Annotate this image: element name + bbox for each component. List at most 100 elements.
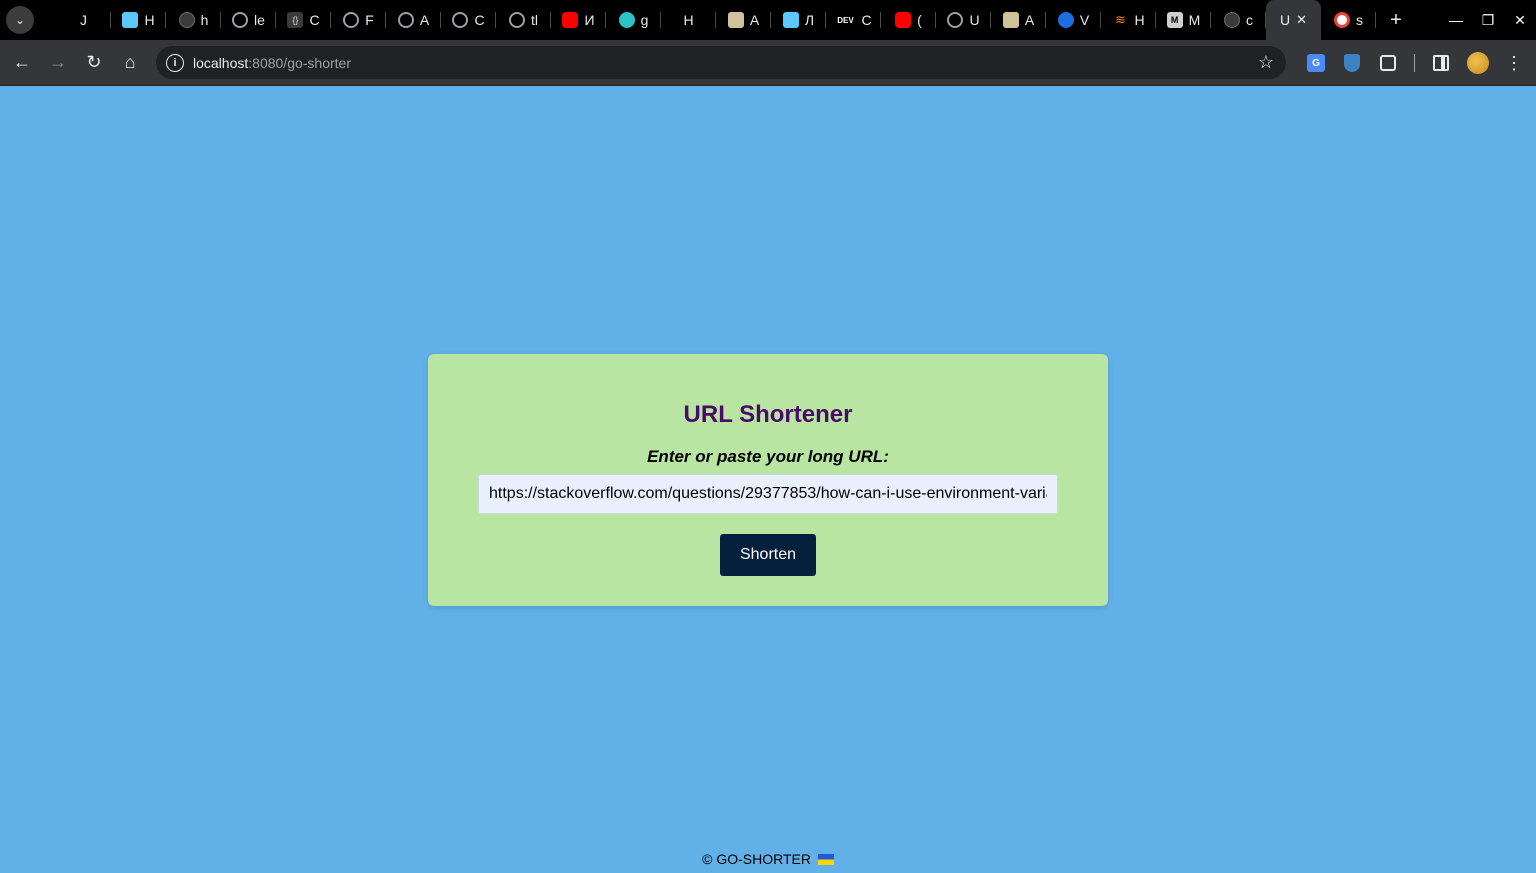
teal-circle-icon (618, 12, 635, 28)
github-icon (1224, 12, 1240, 28)
url-host: localhost (193, 54, 249, 71)
profile-avatar[interactable] (1460, 45, 1496, 81)
close-tab-icon[interactable]: ✕ (1296, 12, 1307, 28)
shield-extension-icon[interactable] (1334, 45, 1370, 81)
tab[interactable]: s (1321, 0, 1376, 40)
new-tab-button[interactable]: + (1376, 0, 1416, 40)
tab[interactable]: tl (496, 0, 551, 40)
snowflake-icon (782, 12, 799, 28)
reload-icon[interactable]: ↻ (76, 45, 112, 81)
restore-icon[interactable]: ❐ (1472, 12, 1504, 29)
tab[interactable]: U (936, 0, 991, 40)
gem-icon (122, 12, 139, 28)
tab-label: ( (917, 12, 922, 28)
tab-label: H (144, 12, 155, 28)
tab[interactable]: {} C (276, 0, 331, 40)
tab[interactable]: DEV C (826, 0, 881, 40)
tab-label: U (969, 12, 980, 28)
tab-label: A (419, 12, 430, 28)
tab-label: H (683, 12, 694, 28)
page-title: URL Shortener (683, 401, 853, 428)
forward-icon[interactable]: → (40, 45, 76, 81)
tab-label: H (1134, 12, 1145, 28)
tab-label: s (1356, 12, 1363, 28)
stackoverflow-icon: ≋ (1114, 12, 1126, 27)
tab[interactable]: J (56, 0, 111, 40)
tab[interactable]: И (551, 0, 606, 40)
globe-icon (947, 12, 964, 28)
tab-label: U (1279, 12, 1291, 28)
tab[interactable]: V (1046, 0, 1101, 40)
tab-label: le (254, 12, 265, 28)
tab[interactable]: F (331, 0, 386, 40)
tab[interactable]: A (991, 0, 1046, 40)
extensions-puzzle-icon[interactable] (1370, 45, 1406, 81)
youtube-icon (562, 12, 579, 28)
home-icon[interactable]: ⌂ (112, 45, 148, 81)
tab-active[interactable]: U ✕ (1266, 0, 1321, 40)
tab-label: C (309, 12, 320, 28)
long-url-input[interactable] (478, 474, 1058, 514)
google-icon (1334, 12, 1350, 28)
globe-icon (343, 12, 360, 28)
tab-label: tl (531, 12, 538, 28)
globe-icon (452, 12, 469, 28)
back-icon[interactable]: ← (4, 45, 40, 81)
minimize-icon[interactable]: — (1440, 12, 1472, 28)
tab-label: M (1188, 12, 1201, 28)
tab[interactable]: H (661, 0, 716, 40)
close-window-icon[interactable]: ✕ (1504, 12, 1536, 29)
tabs: J H h le {} C F A C tl И g H A Л DEV C ( U… (56, 0, 1416, 40)
url-input-label: Enter or paste your long URL: (647, 447, 889, 466)
tab[interactable]: ( (881, 0, 936, 40)
tab-label: g (640, 12, 649, 28)
shorten-button[interactable]: Shorten (720, 534, 816, 576)
tab-label: V (1079, 12, 1090, 28)
toolbar-divider (1414, 54, 1415, 72)
tab[interactable]: ≋ H (1101, 0, 1156, 40)
tab[interactable]: A (716, 0, 771, 40)
globe-icon (509, 12, 525, 28)
url-text: localhost:8080/go-shorter (193, 55, 351, 71)
tab-label: Л (804, 12, 815, 28)
tab-label: c (1246, 12, 1253, 28)
globe-icon (397, 12, 414, 28)
tab[interactable]: C (441, 0, 496, 40)
footer-text: © GO-SHORTER (702, 851, 811, 867)
tab[interactable]: g (606, 0, 661, 40)
question-icon (1002, 12, 1019, 28)
site-info-icon[interactable]: i (166, 53, 184, 72)
tab-label: h (200, 12, 209, 28)
tab[interactable]: MM (1156, 0, 1211, 40)
globe-icon (232, 12, 249, 28)
github-icon (178, 12, 195, 28)
tab[interactable]: c (1211, 0, 1266, 40)
bookmark-star-icon[interactable]: ☆ (1258, 52, 1274, 73)
browser-toolbar: ← → ↻ ⌂ i localhost:8080/go-shorter ☆ G … (0, 40, 1536, 86)
tab-label: A (1024, 12, 1035, 28)
footer: © GO-SHORTER (0, 851, 1536, 867)
dev-icon: DEV (835, 12, 856, 28)
tab[interactable]: H (111, 0, 166, 40)
side-panel-icon[interactable] (1423, 45, 1459, 81)
tab-label: A (749, 12, 760, 28)
url-path: :8080/go-shorter (248, 54, 351, 71)
tab-label: F (365, 12, 374, 28)
tab-label: C (861, 12, 872, 28)
tab[interactable]: h (166, 0, 221, 40)
ukraine-flag-icon (817, 854, 834, 865)
address-bar[interactable]: i localhost:8080/go-shorter ☆ (156, 46, 1286, 79)
translate-extension-icon[interactable]: G (1298, 45, 1334, 81)
tab[interactable]: A (386, 0, 441, 40)
kebab-menu-icon[interactable]: ⋮ (1496, 45, 1532, 81)
tab[interactable]: le (221, 0, 276, 40)
youtube-icon (895, 12, 912, 28)
question-icon (727, 12, 744, 28)
tab-label: J (80, 12, 87, 28)
window-controls: — ❐ ✕ (1440, 0, 1536, 40)
tab-strip: ⌄ J H h le {} C F A C tl И g H A Л DEV C (… (0, 0, 1536, 40)
tab[interactable]: Л (771, 0, 826, 40)
shortener-card: URL Shortener Enter or paste your long U… (428, 354, 1108, 606)
code-icon: {} (287, 12, 304, 28)
tab-search-chevron-icon[interactable]: ⌄ (6, 6, 34, 34)
